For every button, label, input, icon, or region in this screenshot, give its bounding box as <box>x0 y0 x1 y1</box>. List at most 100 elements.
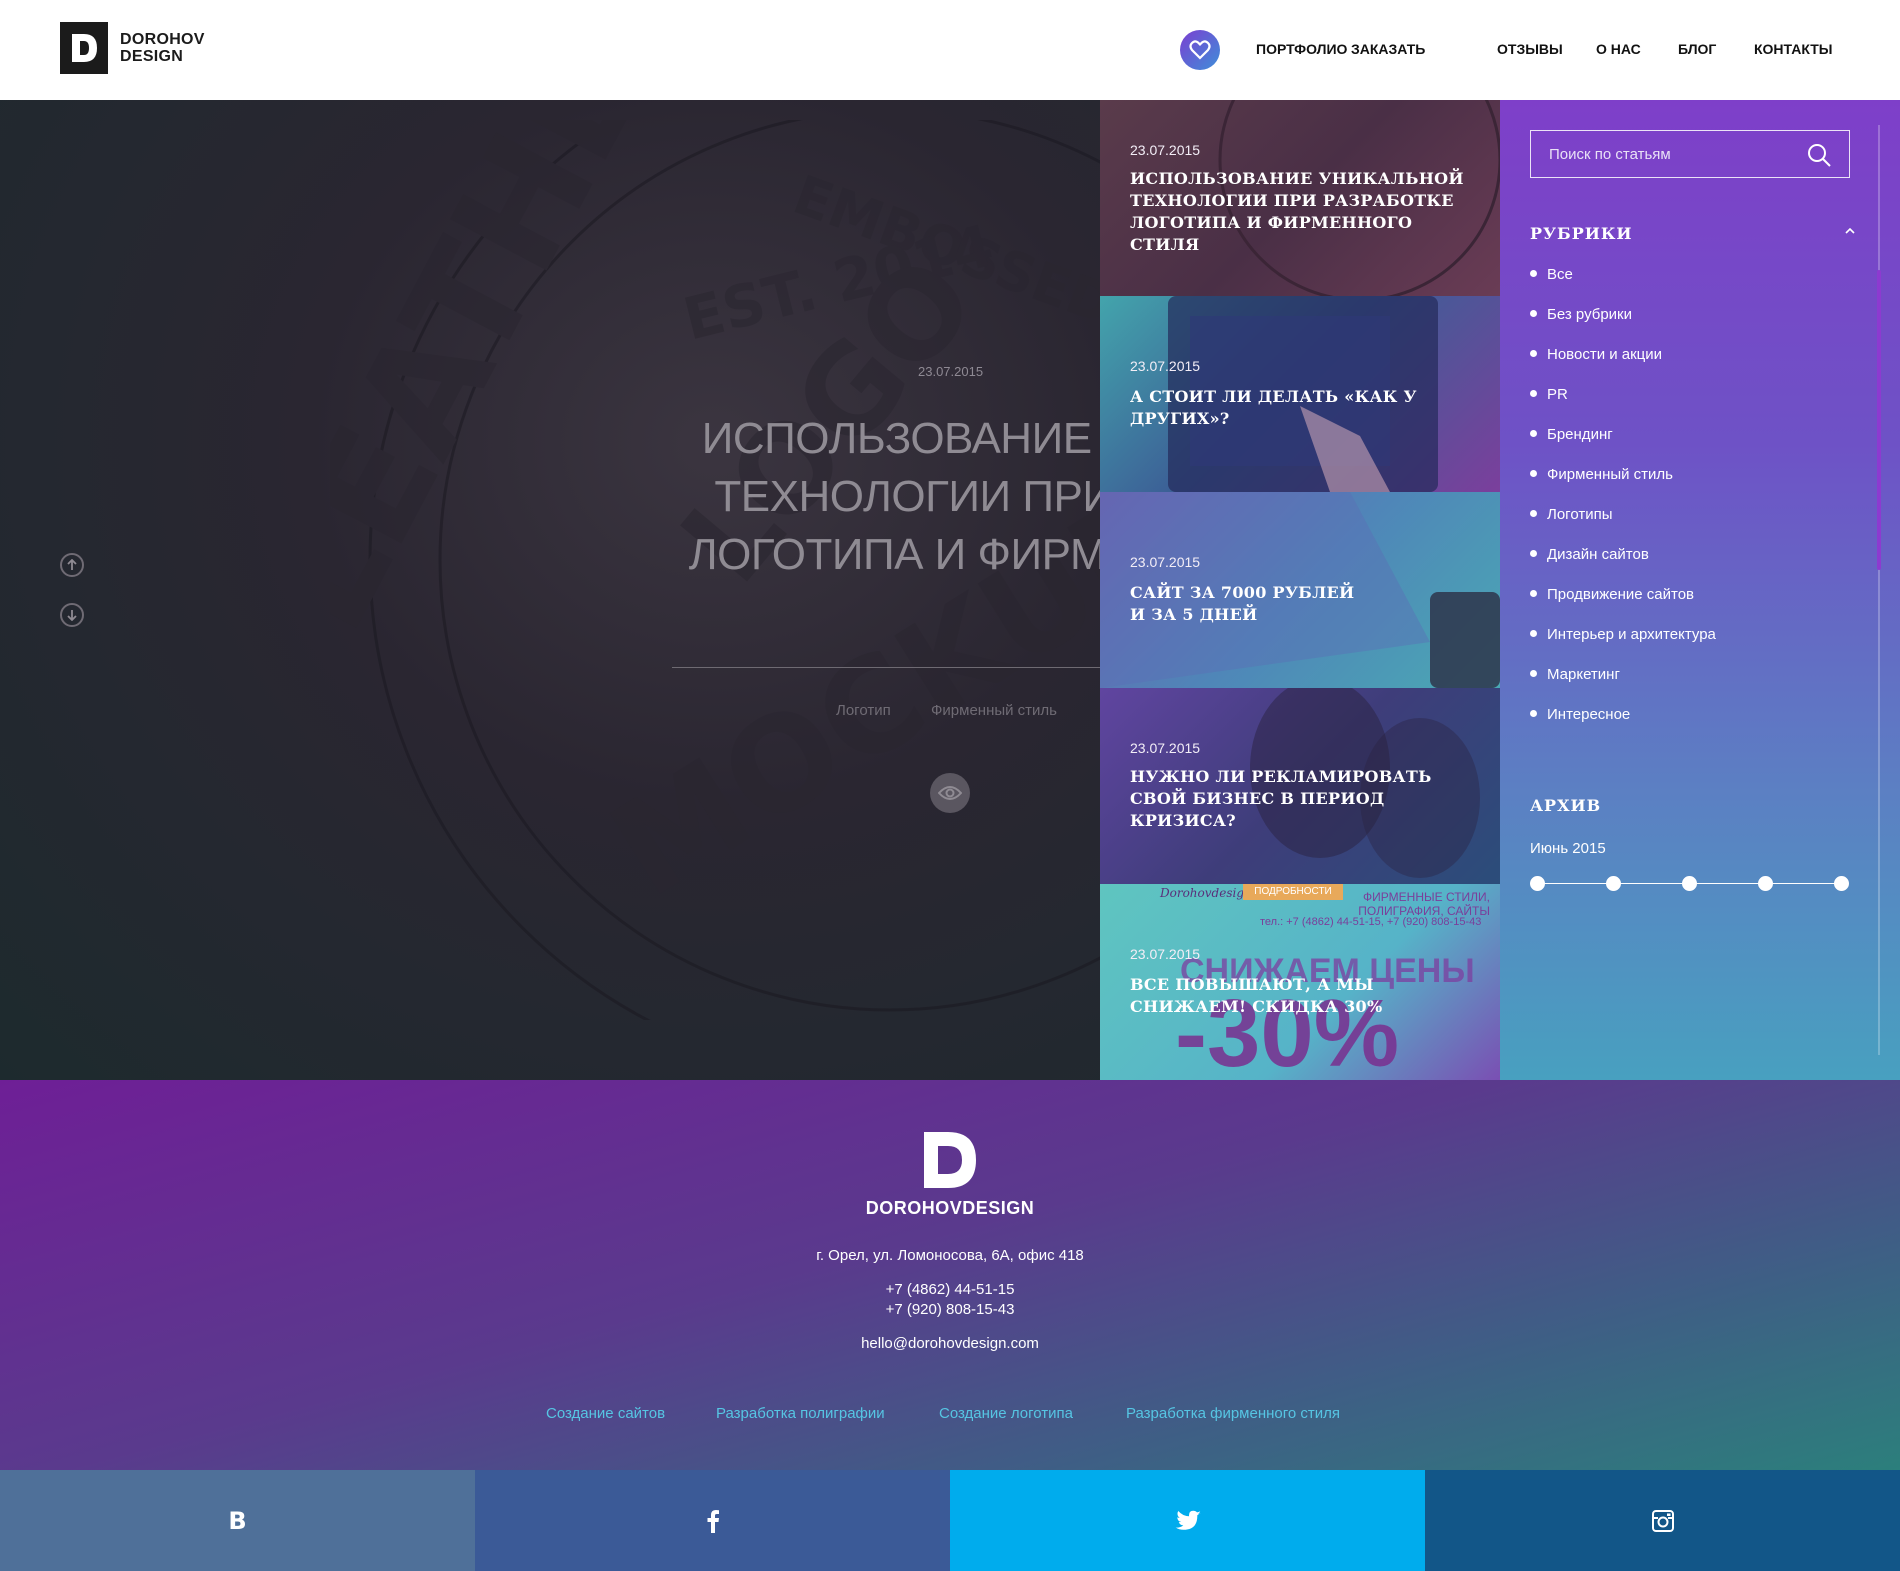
archive-dot[interactable] <box>1834 876 1849 891</box>
post-title[interactable]: А СТОИТ ЛИ ДЕЛАТЬ «КАК У ДРУГИХ»? <box>1130 386 1420 430</box>
post-title[interactable]: НУЖНО ЛИ РЕКЛАМИРОВАТЬ СВОЙ БИЗНЕС В ПЕР… <box>1130 766 1450 832</box>
post-date: 23.07.2015 <box>1130 946 1201 962</box>
social-twitter-button[interactable] <box>950 1470 1425 1571</box>
social-facebook-button[interactable] <box>475 1470 950 1571</box>
search-icon[interactable] <box>1807 143 1831 167</box>
social-vk-button[interactable]: B <box>0 1470 475 1571</box>
bullet-icon <box>1530 509 1537 517</box>
bullet-icon <box>1530 269 1537 277</box>
post-title[interactable]: ИСПОЛЬЗОВАНИЕ УНИКАЛЬНОЙ ТЕХНОЛОГИИ ПРИ … <box>1130 168 1470 256</box>
logo-line-1: DOROHOV <box>120 31 205 48</box>
footer-link-brand-style[interactable]: Разработка фирменного стиля <box>1126 1405 1340 1422</box>
bullet-icon <box>1530 709 1537 717</box>
arrow-down-icon <box>67 610 77 621</box>
hero-title[interactable]: ИСПОЛЬЗОВАНИЕ УНИК ТЕХНОЛОГИИ ПРИ РАЗ ЛО… <box>560 410 1100 584</box>
promo-badge: ПОДРОБНОСТИ <box>1243 884 1343 900</box>
archive-dot[interactable] <box>1758 876 1773 891</box>
rubric-uncategorized[interactable]: Без рубрики <box>1530 306 1632 323</box>
nav-order[interactable]: ЗАКАЗАТЬ <box>1351 41 1425 57</box>
vk-icon: B <box>228 1506 247 1535</box>
bullet-icon <box>1530 429 1537 437</box>
post-date: 23.07.2015 <box>1130 554 1201 570</box>
favorites-button[interactable] <box>1180 30 1220 70</box>
social-instagram-button[interactable] <box>1425 1470 1900 1571</box>
promo-brand: Dorohovdesign <box>1160 886 1252 900</box>
facebook-icon <box>707 1509 719 1533</box>
footer-logo-icon[interactable] <box>920 1130 980 1190</box>
posts-list: 23.07.2015 ИСПОЛЬЗОВАНИЕ УНИКАЛЬНОЙ ТЕХН… <box>1100 100 1500 1080</box>
rubric-brand-style[interactable]: Фирменный стиль <box>1530 466 1673 483</box>
rubric-branding[interactable]: Брендинг <box>1530 426 1613 443</box>
heart-icon <box>1189 40 1211 60</box>
search-input[interactable]: Поиск по статьям <box>1549 146 1671 163</box>
footer-phone-1[interactable]: +7 (4862) 44-51-15 <box>0 1281 1900 1298</box>
post-title[interactable]: ВСЕ ПОВЫШАЮТ, А МЫ СНИЖАЕМ! СКИДКА 30% <box>1130 974 1400 1018</box>
post-date: 23.07.2015 <box>1130 740 1201 756</box>
footer-link-logo[interactable]: Создание логотипа <box>939 1405 1073 1422</box>
instagram-icon <box>1651 1509 1674 1532</box>
post-card[interactable]: 23.07.2015 ИСПОЛЬЗОВАНИЕ УНИКАЛЬНОЙ ТЕХН… <box>1100 100 1500 296</box>
bullet-icon <box>1530 669 1537 677</box>
rubric-marketing[interactable]: Маркетинг <box>1530 666 1620 683</box>
sidebar-scrollbar-thumb[interactable] <box>1877 270 1881 570</box>
logo-d-icon <box>60 22 108 74</box>
archive-dot[interactable] <box>1530 876 1545 891</box>
hero-title-line-1: ИСПОЛЬЗОВАНИЕ УНИК <box>701 414 1100 463</box>
archive-month: Июнь 2015 <box>1530 840 1606 857</box>
search-box[interactable]: Поиск по статьям <box>1530 130 1850 178</box>
hero-date: 23.07.2015 <box>918 364 984 379</box>
post-date: 23.07.2015 <box>1130 358 1201 374</box>
rubric-interesting[interactable]: Интересное <box>1530 706 1630 723</box>
promo-services: ФИРМЕННЫЕ СТИЛИ, ПОЛИГРАФИЯ, САЙТЫ <box>1358 890 1490 918</box>
post-card[interactable]: 23.07.2015 САЙТ ЗА 7000 РУБЛЕЙ И ЗА 5 ДН… <box>1100 492 1500 688</box>
site-header: DOROHOV DESIGN ПОРТФОЛИО ЗАКАЗАТЬ ОТЗЫВЫ… <box>0 0 1900 100</box>
rubric-all[interactable]: Все <box>1530 266 1573 283</box>
arrow-up-icon <box>67 559 77 570</box>
hero-title-line-3: ЛОГОТИПА И ФИРМЕННО <box>688 530 1100 579</box>
nav-about[interactable]: О НАС <box>1596 41 1641 57</box>
nav-contacts[interactable]: КОНТАКТЫ <box>1754 41 1832 57</box>
scroll-up-button[interactable] <box>60 553 84 577</box>
archive-heading: АРХИВ <box>1530 796 1602 815</box>
rubric-pr[interactable]: PR <box>1530 386 1568 403</box>
archive-dot[interactable] <box>1606 876 1621 891</box>
post-card[interactable]: 23.07.2015 НУЖНО ЛИ РЕКЛАМИРОВАТЬ СВОЙ Б… <box>1100 688 1500 884</box>
chevron-up-icon[interactable] <box>1845 228 1855 234</box>
rubric-web-design[interactable]: Дизайн сайтов <box>1530 546 1649 563</box>
footer-brand: DOROHOVDESIGN <box>865 1198 1035 1218</box>
scroll-down-button[interactable] <box>60 603 84 627</box>
footer-link-print[interactable]: Разработка полиграфии <box>716 1405 885 1422</box>
bullet-icon <box>1530 349 1537 357</box>
bullet-icon <box>1530 589 1537 597</box>
logo[interactable]: DOROHOV DESIGN <box>60 22 205 74</box>
hero-tag-logo[interactable]: Логотип <box>836 702 891 719</box>
bullet-icon <box>1530 629 1537 637</box>
nav-reviews[interactable]: ОТЗЫВЫ <box>1497 41 1563 57</box>
post-card[interactable]: Dorohovdesign ПОДРОБНОСТИ ФИРМЕННЫЕ СТИЛ… <box>1100 884 1500 1080</box>
archive-dot[interactable] <box>1682 876 1697 891</box>
hero-featured-post[interactable]: EMBOSSED EST. 2014 LEATHER LOGO MOCKUP 2… <box>0 100 1100 1080</box>
sidebar-scrollbar-track[interactable] <box>1878 125 1880 1055</box>
footer-phone-2[interactable]: +7 (920) 808-15-43 <box>0 1301 1900 1318</box>
view-post-button[interactable] <box>930 773 970 813</box>
post-date: 23.07.2015 <box>1130 142 1201 158</box>
bullet-icon <box>1530 309 1537 317</box>
footer-link-websites[interactable]: Создание сайтов <box>546 1405 665 1422</box>
hero-tag-brand-style[interactable]: Фирменный стиль <box>931 702 1057 719</box>
eye-icon <box>938 786 962 800</box>
footer-email[interactable]: hello@dorohovdesign.com <box>0 1335 1900 1352</box>
rubric-news[interactable]: Новости и акции <box>1530 346 1662 363</box>
nav-portfolio[interactable]: ПОРТФОЛИО <box>1256 41 1347 57</box>
blog-sidebar: Поиск по статьям РУБРИКИ Все Без рубрики… <box>1500 100 1900 1080</box>
hero-divider <box>672 667 1100 668</box>
rubrics-heading[interactable]: РУБРИКИ <box>1530 224 1633 243</box>
post-card[interactable]: 23.07.2015 А СТОИТ ЛИ ДЕЛАТЬ «КАК У ДРУГ… <box>1100 296 1500 492</box>
nav-blog[interactable]: БЛОГ <box>1678 41 1716 57</box>
footer-address: г. Орел, ул. Ломоносова, 6А, офис 418 <box>816 1247 1084 1264</box>
rubric-seo[interactable]: Продвижение сайтов <box>1530 586 1694 603</box>
hero-title-line-2: ТЕХНОЛОГИИ ПРИ РАЗ <box>714 472 1100 521</box>
rubric-logos[interactable]: Логотипы <box>1530 506 1613 523</box>
post-title[interactable]: САЙТ ЗА 7000 РУБЛЕЙ И ЗА 5 ДНЕЙ <box>1130 582 1370 626</box>
bullet-icon <box>1530 549 1537 557</box>
rubric-interior[interactable]: Интерьер и архитектура <box>1530 626 1716 643</box>
